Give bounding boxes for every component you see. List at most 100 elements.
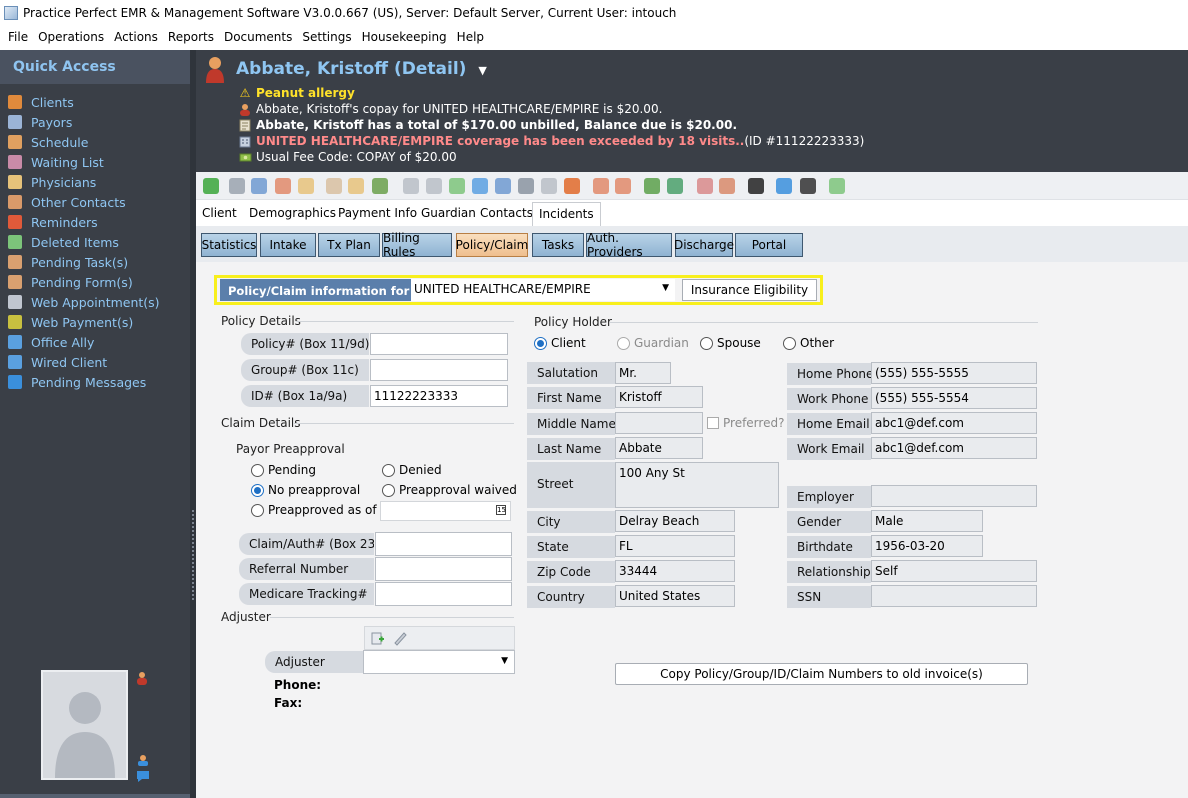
subtab-discharge[interactable]: Discharge [674, 233, 734, 257]
copy-icon[interactable] [495, 178, 511, 194]
state-field[interactable]: FL [615, 535, 735, 557]
comment-icon[interactable] [800, 178, 816, 194]
tab-client[interactable]: Client [196, 202, 243, 226]
tab-payment-info[interactable]: Payment Info [332, 202, 423, 226]
payor-select[interactable]: UNITED HEALTHCARE/EMPIRE ▼ [411, 279, 675, 301]
sidebar-item-deleted-items[interactable]: Deleted Items [8, 232, 119, 252]
tab-demographics[interactable]: Demographics [243, 202, 342, 226]
add-adjuster-icon[interactable] [371, 632, 384, 645]
subtab-billing-rules[interactable]: Billing Rules [382, 231, 452, 259]
radio-preapproval-waived[interactable]: Preapproval waived [382, 483, 517, 497]
subtab-statistics[interactable]: Statistics [201, 233, 257, 257]
calendar-icon[interactable] [593, 178, 609, 194]
sidebar-item-pending-messages[interactable]: Pending Messages [8, 372, 146, 392]
edit-adjuster-icon[interactable] [392, 630, 408, 646]
group-icon[interactable] [719, 178, 735, 194]
first-name-field[interactable]: Kristoff [615, 386, 703, 408]
menu-housekeeping[interactable]: Housekeeping [357, 30, 452, 44]
radio-circle[interactable] [382, 483, 395, 497]
print-color-icon[interactable] [449, 178, 465, 194]
last-name-field[interactable]: Abbate [615, 437, 703, 459]
ssn-field[interactable] [871, 585, 1037, 607]
report-icon[interactable] [251, 178, 267, 194]
subtab-auth-providers[interactable]: Auth. Providers [586, 231, 672, 259]
printer-icon[interactable] [229, 178, 245, 194]
accessibility-icon[interactable] [748, 178, 764, 194]
person-icon[interactable] [136, 671, 148, 685]
home-phone-field[interactable]: (555) 555-5555 [871, 362, 1037, 384]
gender-field[interactable]: Male [871, 510, 983, 532]
tools-icon[interactable] [518, 178, 534, 194]
radio-circle[interactable] [783, 336, 796, 350]
list-icon[interactable] [298, 178, 314, 194]
radio-no-preapproval[interactable]: No preapproval [251, 483, 360, 497]
radio-circle[interactable] [700, 336, 713, 350]
dropdown-arrow-icon[interactable]: ▼ [662, 283, 669, 293]
radio-holder-client[interactable]: Client [534, 336, 586, 350]
salutation-field[interactable]: Mr. [615, 362, 671, 384]
print-bw-icon[interactable] [403, 178, 419, 194]
sidebar-item-schedule[interactable]: Schedule [8, 132, 88, 152]
tab-contacts[interactable]: Contacts [474, 202, 539, 226]
sidebar-item-pending-task-s[interactable]: Pending Task(s) [8, 252, 128, 272]
subtab-tx-plan[interactable]: Tx Plan [318, 233, 380, 257]
hand-icon[interactable] [326, 178, 342, 194]
message-icon[interactable] [136, 770, 150, 783]
sidebar-item-clients[interactable]: Clients [8, 92, 74, 112]
sidebar-item-other-contacts[interactable]: Other Contacts [8, 192, 126, 212]
radio-circle-selected[interactable] [251, 483, 264, 497]
calendar-icon[interactable]: 15 [496, 505, 506, 515]
radio-circle[interactable] [251, 463, 264, 477]
relationship-field[interactable]: Self [871, 560, 1037, 582]
radio-holder-spouse[interactable]: Spouse [700, 336, 761, 350]
subtab-portal[interactable]: Portal [735, 233, 803, 257]
policy-number-field[interactable] [370, 333, 508, 355]
money-stack-icon[interactable] [372, 178, 388, 194]
add-icon[interactable] [203, 178, 219, 194]
sidebar-item-pending-form-s[interactable]: Pending Form(s) [8, 272, 133, 292]
menu-help[interactable]: Help [452, 30, 489, 44]
adjuster-select[interactable]: ▼ [363, 650, 515, 674]
radio-circle[interactable] [382, 463, 395, 477]
print-bw-icon[interactable] [426, 178, 442, 194]
chat-icon[interactable] [776, 178, 792, 194]
birthdate-field[interactable]: 1956-03-20 [871, 535, 983, 557]
pen-icon[interactable] [541, 178, 557, 194]
menu-operations[interactable]: Operations [33, 30, 109, 44]
tab-guardian[interactable]: Guardian [415, 202, 482, 226]
insurance-eligibility-button[interactable]: Insurance Eligibility [682, 279, 817, 301]
chart-icon[interactable] [644, 178, 660, 194]
referral-number-field[interactable] [375, 557, 512, 581]
subtab-policy-claim[interactable]: Policy/Claim [456, 233, 528, 257]
home-email-field[interactable]: abc1@def.com [871, 412, 1037, 434]
menu-actions[interactable]: Actions [109, 30, 163, 44]
id-number-field[interactable]: 11122223333 [370, 385, 508, 407]
zip-code-field[interactable]: 33444 [615, 560, 735, 582]
employer-field[interactable] [871, 485, 1037, 507]
hand-pointer-icon[interactable] [348, 178, 364, 194]
work-phone-field[interactable]: (555) 555-5554 [871, 387, 1037, 409]
dropdown-arrow-icon[interactable]: ▼ [501, 656, 508, 666]
chevron-down-icon[interactable]: ▼ [478, 64, 486, 77]
shield-icon[interactable] [829, 178, 845, 194]
menu-file[interactable]: File [3, 30, 33, 44]
sidebar-item-payors[interactable]: Payors [8, 112, 72, 132]
radio-pending[interactable]: Pending [251, 463, 316, 477]
sidebar-item-wired-client[interactable]: Wired Client [8, 352, 107, 372]
sidebar-item-physicians[interactable]: Physicians [8, 172, 96, 192]
calendar-edit-icon[interactable] [615, 178, 631, 194]
preapproved-date-field[interactable]: 15 [380, 501, 511, 521]
sidebar-item-reminders[interactable]: Reminders [8, 212, 98, 232]
sidebar-item-web-payment-s[interactable]: Web Payment(s) [8, 312, 133, 332]
sidebar-item-office-ally[interactable]: Office Ally [8, 332, 94, 352]
city-field[interactable]: Delray Beach [615, 510, 735, 532]
document-icon[interactable] [275, 178, 291, 194]
import-icon[interactable] [667, 178, 683, 194]
menu-settings[interactable]: Settings [297, 30, 356, 44]
target-icon[interactable] [564, 178, 580, 194]
radio-denied[interactable]: Denied [382, 463, 442, 477]
group-number-field[interactable] [370, 359, 508, 381]
menu-reports[interactable]: Reports [163, 30, 219, 44]
middle-name-field[interactable] [615, 412, 703, 434]
database-icon[interactable] [472, 178, 488, 194]
